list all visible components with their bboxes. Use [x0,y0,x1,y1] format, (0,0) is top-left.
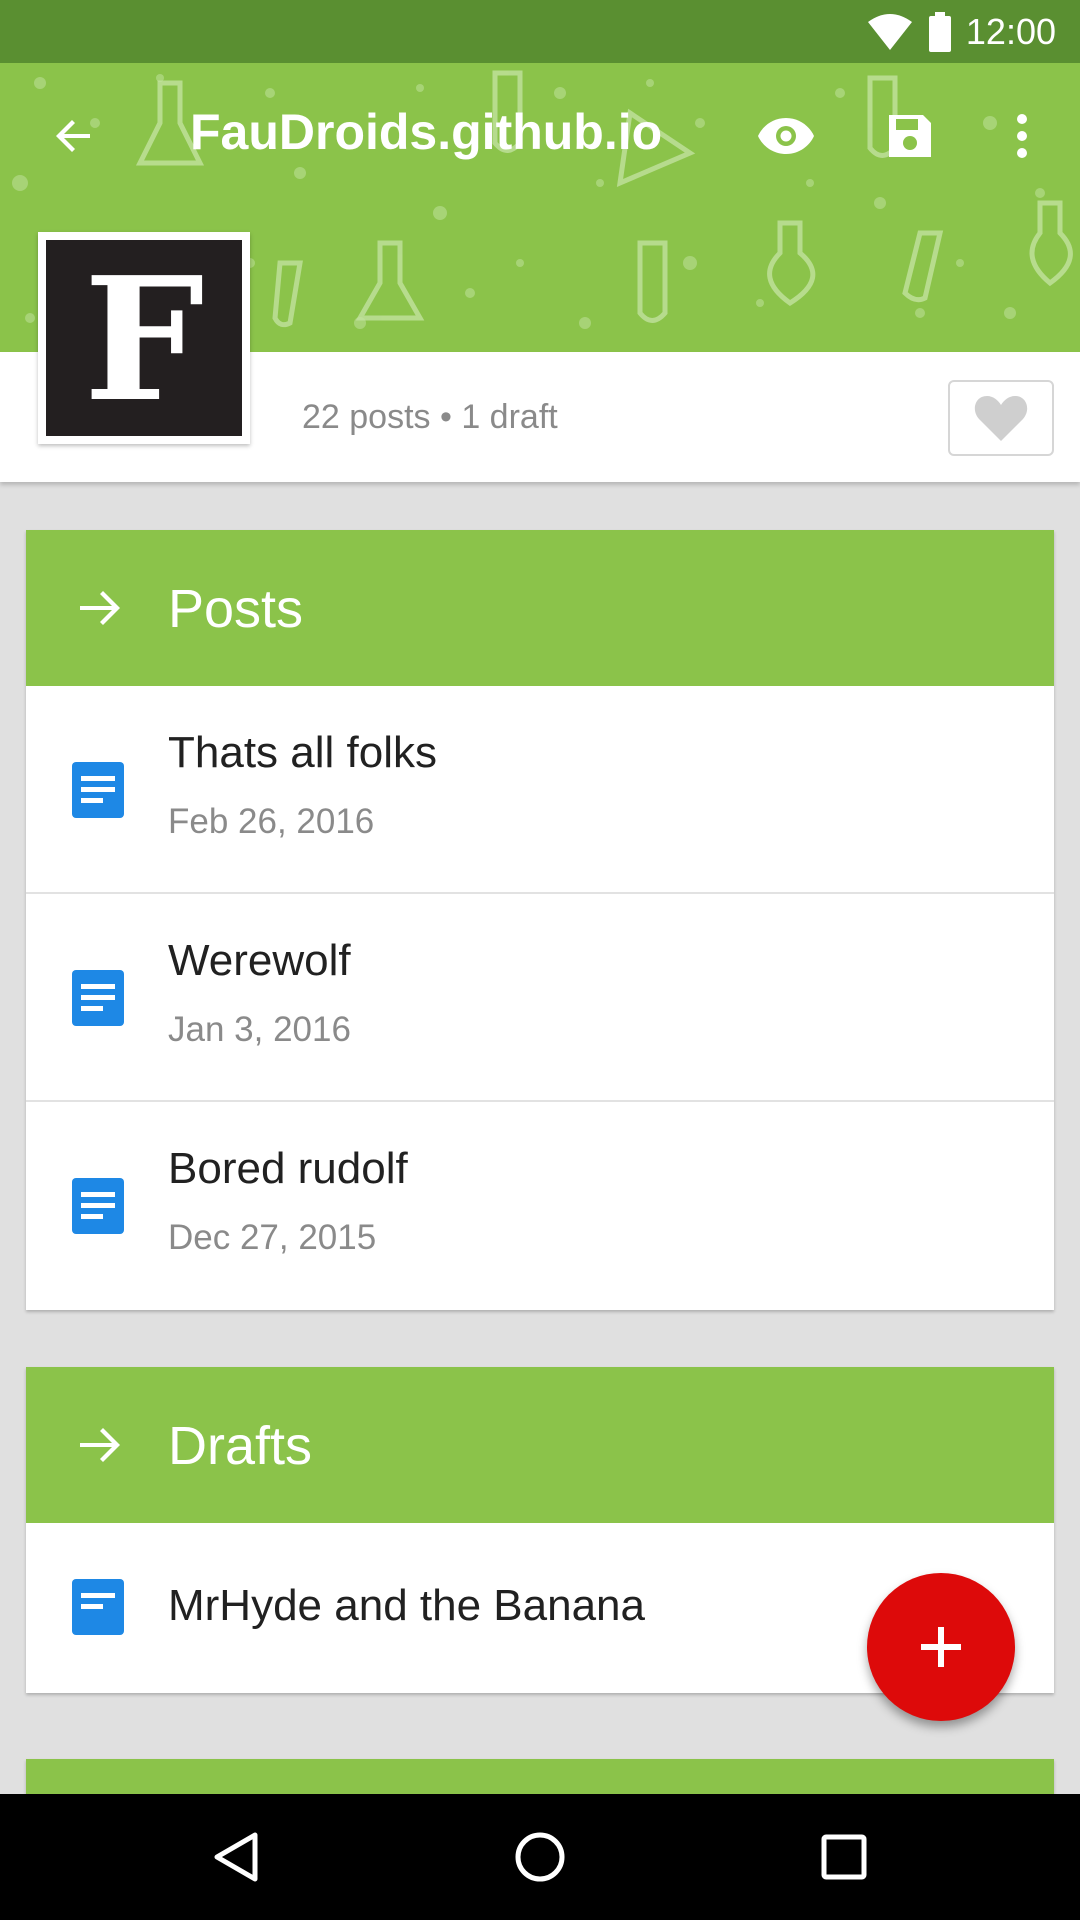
back-arrow-icon [56,120,90,152]
avatar-letter: F [83,240,205,440]
save-icon [889,115,931,157]
draft-title: MrHyde and the Banana [168,1581,645,1630]
favorite-button[interactable] [948,380,1054,456]
arrow-right-icon [80,591,120,625]
post-row[interactable]: Werewolf Jan 3, 2016 [26,894,1054,1102]
document-icon [72,1178,124,1234]
post-row[interactable]: Bored rudolf Dec 27, 2015 [26,1102,1054,1310]
posts-title: Posts [168,579,304,639]
drafts-title: Drafts [168,1416,313,1476]
post-count-summary: 22 posts • 1 draft [302,398,558,436]
document-icon [72,970,124,1026]
home-circle-icon [515,1832,565,1882]
heart-icon [974,396,1028,441]
next-section-card [26,1759,1054,1799]
posts-card: Posts Thats all folks Feb 26, 2016 Werew… [26,530,1054,1310]
post-date: Feb 26, 2016 [168,802,375,841]
post-date: Jan 3, 2016 [168,1010,351,1049]
wifi-icon [867,13,912,50]
nav-back-button[interactable] [200,1821,272,1893]
post-title: Bored rudolf [168,1144,408,1193]
nav-home-button[interactable] [504,1821,576,1893]
back-button[interactable] [26,88,122,184]
post-title: Thats all folks [168,728,437,777]
avatar-image: F [46,240,242,436]
more-options-button[interactable] [974,88,1070,184]
post-title: Werewolf [168,936,351,985]
battery-icon [928,11,951,52]
preview-button[interactable] [738,88,834,184]
post-date: Dec 27, 2015 [168,1218,377,1257]
avatar: F [38,232,250,444]
status-bar: 12:00 [0,0,1080,63]
more-vert-icon [1017,114,1027,158]
system-nav-bar [0,1794,1080,1920]
app-title: FauDroids.github.io [190,104,663,160]
status-icons: 12:00 [866,0,1056,63]
toolbar: FauDroids.github.io [0,63,1080,213]
drafts-header[interactable]: Drafts [26,1367,1054,1523]
add-post-button[interactable] [867,1573,1015,1721]
eye-icon [758,118,814,154]
draft-document-icon [72,1579,124,1635]
arrow-right-icon [80,1428,120,1462]
save-button[interactable] [862,88,958,184]
back-triangle-icon [214,1832,258,1882]
status-time: 12:00 [965,10,1056,52]
posts-header[interactable]: Posts [26,530,1054,686]
plus-icon [921,1627,961,1667]
post-row[interactable]: Thats all folks Feb 26, 2016 [26,686,1054,894]
document-icon [72,762,124,818]
recents-square-icon [821,1834,867,1880]
nav-recents-button[interactable] [808,1821,880,1893]
